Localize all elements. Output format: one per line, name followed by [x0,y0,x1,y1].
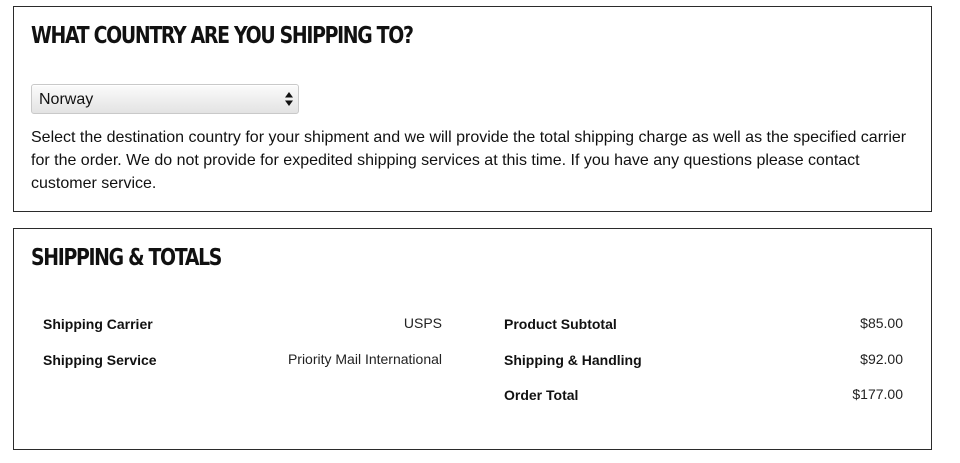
shipping-handling-label: Shipping & Handling [504,352,642,368]
totals-panel: SHIPPING & TOTALS Shipping Carrier USPS … [13,228,932,450]
country-panel: WHAT COUNTRY ARE YOU SHIPPING TO? Norway… [13,6,932,212]
country-select-value: Norway [39,91,94,108]
shipping-carrier-label: Shipping Carrier [43,316,153,332]
product-subtotal-value: $85.00 [860,315,903,331]
product-subtotal-label: Product Subtotal [504,316,617,332]
shipping-carrier-value: USPS [403,315,442,331]
country-select[interactable]: Norway [31,84,299,114]
shipping-service-label: Shipping Service [43,352,157,368]
totals-heading: SHIPPING & TOTALS [31,245,222,271]
shipping-description: Select the destination country for your … [31,129,907,192]
country-heading: WHAT COUNTRY ARE YOU SHIPPING TO? [31,23,414,49]
order-total-value: $177.00 [852,386,903,402]
up-down-arrows-icon [285,92,293,106]
order-total-label: Order Total [504,387,579,403]
shipping-handling-value: $92.00 [860,351,903,367]
shipping-service-value: Priority Mail International [287,351,442,367]
